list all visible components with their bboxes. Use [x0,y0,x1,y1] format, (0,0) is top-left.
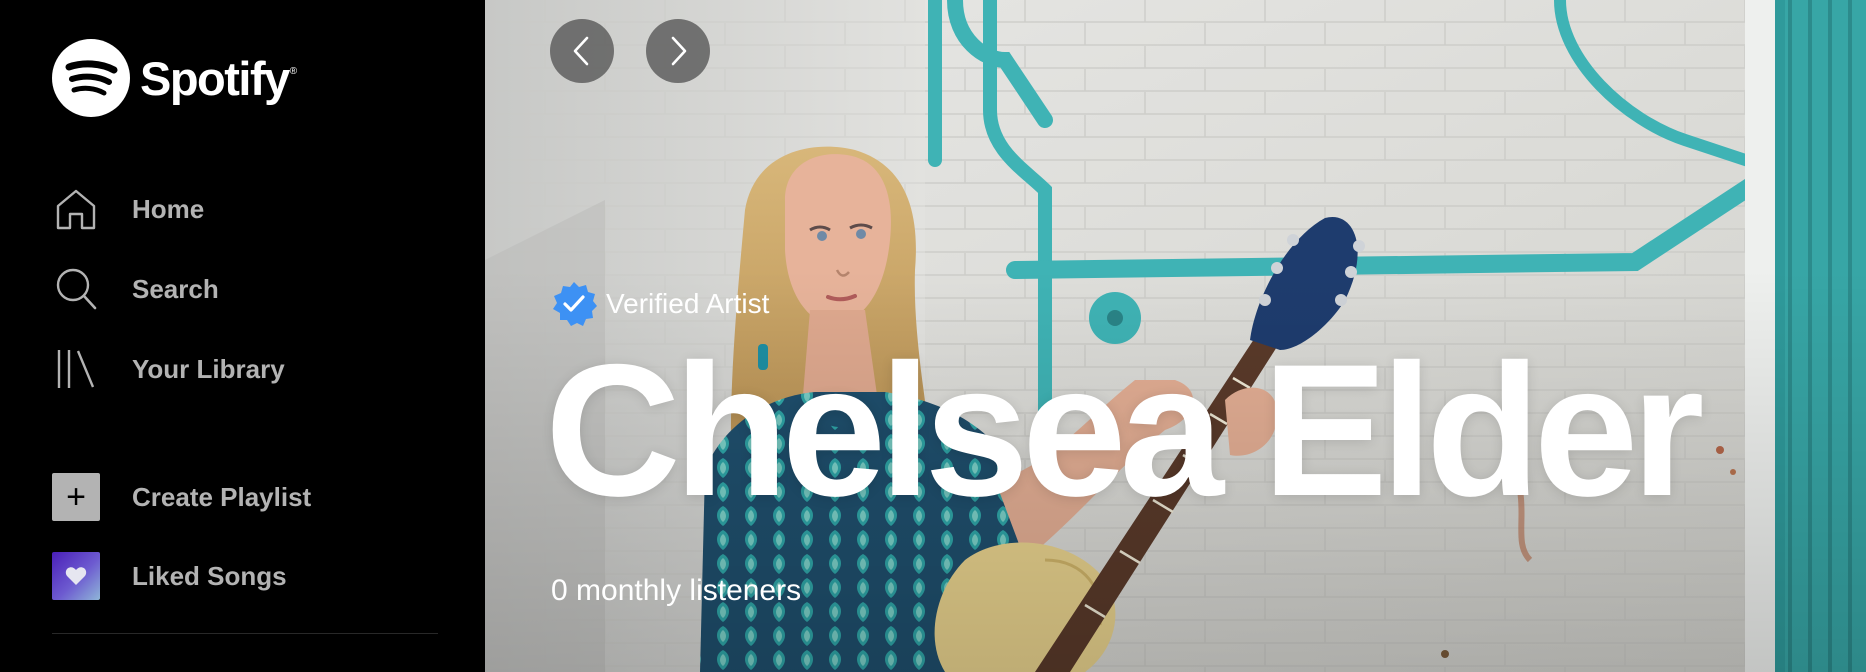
chevron-right-icon [671,36,687,66]
sidebar-item-home[interactable]: Home [52,184,442,234]
create-playlist-button[interactable]: + Create Playlist [52,472,442,522]
sidebar: Spotify ® Home Search Your Library + Cre… [0,0,485,672]
verified-artist-badge: Verified Artist [550,280,769,328]
forward-button[interactable] [646,19,710,83]
verified-label: Verified Artist [606,288,770,319]
sidebar-item-label: Search [132,273,219,304]
spotify-logo[interactable]: Spotify ® [52,38,297,118]
sidebar-item-label: Home [132,193,205,224]
spotify-logo-icon [52,39,130,117]
back-button[interactable] [550,19,614,83]
app-window: Spotify ® Home Search Your Library + Cre… [0,0,1866,672]
registered-mark: ® [289,65,298,77]
liked-songs-label: Liked Songs [132,560,287,591]
artist-name: Chelsea Elder [545,325,1704,535]
plus-icon: + [52,473,100,521]
liked-songs-button[interactable]: Liked Songs [52,551,442,601]
verified-badge-icon [553,282,597,326]
chevron-left-icon [573,36,589,66]
sidebar-item-library[interactable]: Your Library [52,344,442,394]
sidebar-divider [52,633,438,634]
heart-icon [52,552,100,600]
sidebar-item-search[interactable]: Search [52,264,442,314]
sidebar-item-label: Your Library [132,353,285,384]
spotify-wordmark: Spotify [140,51,290,105]
monthly-listeners: 0 monthly listeners [551,574,802,607]
search-icon [52,265,100,313]
artist-header: Verified Artist Chelsea Elder 0 monthly … [485,0,1866,672]
create-playlist-label: Create Playlist [132,481,312,512]
library-icon [52,345,100,393]
home-icon [52,185,100,233]
